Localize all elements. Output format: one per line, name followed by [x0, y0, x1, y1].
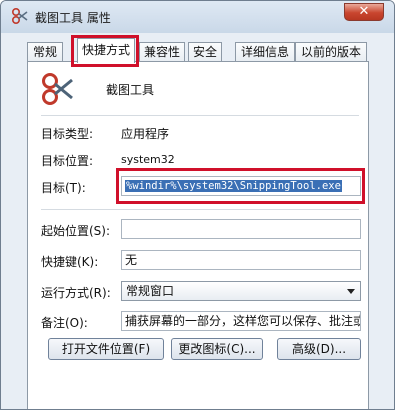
properties-window: 截图工具 属性 ✕ 常规 快捷方式 兼容性 安全 详细信息 以前的版本 截图工具…: [0, 0, 395, 410]
target-value: %windir%\system32\SnippingTool.exe: [125, 180, 342, 192]
comment-field[interactable]: 捕获屏幕的一部分，这样您可以保存、批注或: [121, 311, 361, 331]
divider: [41, 209, 359, 210]
change-icon-button[interactable]: 更改图标(C)...: [171, 338, 263, 360]
tab-details[interactable]: 详细信息: [235, 42, 295, 62]
scissors-icon: [11, 7, 28, 25]
tab-security[interactable]: 安全: [188, 42, 222, 62]
advanced-button[interactable]: 高级(D)...: [277, 338, 361, 360]
target-type-value: 应用程序: [121, 127, 170, 141]
target-field[interactable]: %windir%\system32\SnippingTool.exe: [121, 176, 361, 196]
start-in-label: 起始位置(S):: [41, 224, 111, 238]
tab-compatibility[interactable]: 兼容性: [139, 42, 185, 62]
run-select[interactable]: 常规窗口: [121, 281, 361, 301]
close-button[interactable]: ✕: [344, 3, 384, 21]
target-type-label: 目标类型:: [41, 127, 94, 141]
window-title: 截图工具 属性: [35, 11, 111, 25]
target-location-label: 目标位置:: [41, 154, 94, 168]
tab-shortcut[interactable]: 快捷方式: [77, 38, 135, 63]
open-file-location-button[interactable]: 打开文件位置(F): [48, 338, 164, 360]
shortcut-key-label: 快捷键(K):: [41, 255, 99, 269]
chevron-down-icon: [347, 289, 355, 294]
divider: [41, 115, 359, 116]
target-location-value: system32: [121, 153, 175, 166]
comment-label: 备注(O):: [41, 316, 88, 330]
tab-general[interactable]: 常规: [27, 42, 63, 62]
start-in-field[interactable]: [121, 219, 361, 239]
target-label: 目标(T):: [41, 181, 86, 195]
tab-previous-versions[interactable]: 以前的版本: [295, 42, 367, 62]
app-name: 截图工具: [106, 83, 155, 97]
run-label: 运行方式(R):: [41, 286, 111, 300]
shortcut-key-field[interactable]: 无: [121, 250, 361, 270]
run-select-value: 常规窗口: [126, 284, 175, 298]
title-bar: 截图工具 属性 ✕: [1, 1, 394, 33]
scissors-icon: [42, 73, 73, 105]
